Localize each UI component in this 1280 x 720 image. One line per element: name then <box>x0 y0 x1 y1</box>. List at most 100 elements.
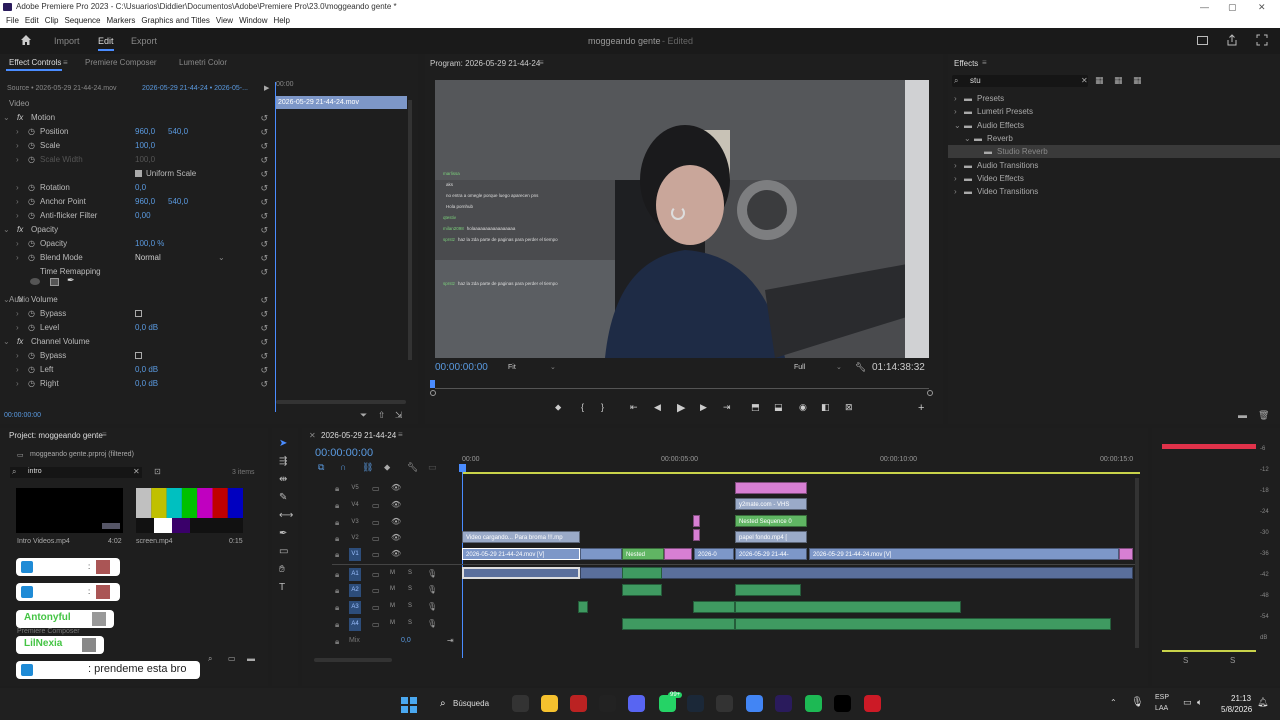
chrome-icon[interactable] <box>746 695 763 712</box>
steam-icon[interactable] <box>687 695 704 712</box>
opera-icon[interactable] <box>864 695 881 712</box>
effects-search-input[interactable]: ⌕ stu ✕ <box>952 75 1088 87</box>
settings-icon[interactable]: ⇲ <box>395 410 403 421</box>
project-menu-icon[interactable]: ≡ <box>102 430 107 439</box>
razor-tool-icon[interactable]: ✎ <box>279 492 287 503</box>
stopwatch-icon[interactable]: ◷ <box>28 349 35 363</box>
audio-clip[interactable] <box>735 618 1111 630</box>
effects-tree-item[interactable]: › ▬ Presets <box>948 92 1280 105</box>
audio-clip[interactable] <box>580 567 1133 579</box>
reset-icon[interactable]: ↺ <box>260 251 268 265</box>
reset-icon[interactable]: ↺ <box>260 335 268 349</box>
extract-icon[interactable]: ⬓ <box>774 402 783 413</box>
reset-icon[interactable]: ↺ <box>260 265 268 279</box>
yuv-effects-icon[interactable]: ▦ <box>1133 75 1142 86</box>
reset-icon[interactable]: ↺ <box>260 237 268 251</box>
audio-clip[interactable] <box>622 618 735 630</box>
type-tool-icon[interactable]: T <box>279 582 285 593</box>
property-value[interactable]: 0,0 dB <box>135 363 158 377</box>
close-icon[interactable]: ✕ <box>1258 0 1266 14</box>
effect-property-row[interactable]: › ◷ Position 960,0 540,0 ↺ <box>0 125 272 139</box>
bypass-checkbox[interactable] <box>135 352 142 359</box>
stopwatch-icon[interactable]: ◷ <box>28 139 35 153</box>
property-value[interactable]: 0,0 dB <box>135 377 158 391</box>
taskbar-search-icon[interactable]: ⌕ <box>440 698 446 709</box>
lang-code[interactable]: ESP <box>1155 694 1169 701</box>
menu-item[interactable]: Window <box>239 16 267 25</box>
home-icon[interactable] <box>20 34 32 46</box>
effect-property-row[interactable]: › ◷ Opacity 100,0 % ↺ <box>0 237 272 251</box>
bypass-checkbox[interactable] <box>135 310 142 317</box>
clock-date[interactable]: 5/8/2026 <box>1221 705 1252 714</box>
effects-menu-icon[interactable]: ≡ <box>982 58 987 67</box>
audio-clip[interactable] <box>578 601 588 613</box>
pen-mask-icon[interactable]: ✒︎ <box>67 275 75 286</box>
effect-property-row[interactable]: › ◷ Bypass ↺ <box>0 307 272 321</box>
fx-icon[interactable]: fx <box>17 335 23 349</box>
step-forward-icon[interactable]: ▶︎ <box>700 402 707 413</box>
find-icon[interactable]: ⌕ <box>208 654 212 664</box>
reset-icon[interactable]: ↺ <box>260 181 268 195</box>
file-explorer-icon[interactable] <box>541 695 558 712</box>
timeline-clip[interactable]: Nested <box>622 548 664 560</box>
taskbar-search[interactable]: Búsqueda <box>453 699 489 708</box>
audio-clip[interactable] <box>622 584 662 596</box>
effect-property-row[interactable]: › ◷ Right 0,0 dB ↺ <box>0 377 272 391</box>
clear-search-icon[interactable]: ✕ <box>1081 76 1088 85</box>
go-to-in-icon[interactable]: ⇤ <box>630 402 638 413</box>
button-editor-icon[interactable]: + <box>918 402 924 414</box>
notifications-icon[interactable]: 🔔︎ <box>1257 697 1268 708</box>
timeline-zoom-bar[interactable] <box>314 658 392 662</box>
reset-icon[interactable]: ↺ <box>260 223 268 237</box>
wrench-icon[interactable]: 🔧︎ <box>855 362 866 373</box>
mark-in-icon[interactable]: { <box>581 402 584 412</box>
timeline-clip[interactable]: y2mate.com - VHS <box>735 498 807 510</box>
play-icon[interactable]: ▶︎ <box>677 401 685 414</box>
expand-arrow-icon[interactable]: › <box>16 251 19 265</box>
expand-arrow-icon[interactable]: › <box>16 209 19 223</box>
pink-clip[interactable] <box>693 529 700 541</box>
maximize-icon[interactable]: ▢ <box>1228 0 1237 14</box>
solo-button[interactable]: S <box>1230 656 1235 665</box>
network-icon[interactable]: ▭ <box>1183 697 1192 708</box>
property-value[interactable]: 0,0 <box>135 181 146 195</box>
program-playhead[interactable] <box>430 380 435 388</box>
effect-property-row[interactable]: › ◷ Left 0,0 dB ↺ <box>0 363 272 377</box>
stopwatch-icon[interactable]: ◷ <box>28 363 35 377</box>
ec-zoom-bar[interactable] <box>276 400 406 404</box>
hand-tool-icon[interactable]: ✋︎ <box>279 564 285 575</box>
github-icon[interactable] <box>599 695 616 712</box>
dropdown-icon[interactable]: ⌄ <box>218 251 225 265</box>
menu-item[interactable]: Edit <box>25 16 39 25</box>
zoom-dropdown-icon[interactable]: ⌄ <box>550 363 556 371</box>
menu-item[interactable]: Markers <box>107 16 136 25</box>
effect-property-row[interactable]: › ◷ Bypass ↺ <box>0 349 272 363</box>
clock-time[interactable]: 21:13 <box>1231 694 1251 703</box>
tab-export[interactable]: Export <box>131 36 157 46</box>
reset-icon[interactable]: ↺ <box>260 363 268 377</box>
go-to-out-icon[interactable]: ⇥ <box>723 402 731 413</box>
step-back-icon[interactable]: ◀︎ <box>654 402 661 413</box>
reset-icon[interactable]: ↺ <box>260 153 268 167</box>
stopwatch-icon[interactable]: ◷ <box>28 209 35 223</box>
program-menu-icon[interactable]: ≡ <box>539 58 544 67</box>
pen-tool-icon[interactable]: ✒︎ <box>279 528 287 539</box>
reset-icon[interactable]: ↺ <box>260 167 268 181</box>
rectangle-mask-icon[interactable] <box>50 278 59 286</box>
expand-arrow-icon[interactable]: ⌄ <box>3 111 10 125</box>
zoom-select[interactable]: Fit <box>508 364 516 371</box>
pink-clip[interactable] <box>735 482 807 494</box>
reset-icon[interactable]: ↺ <box>260 307 268 321</box>
program-zoom-end[interactable] <box>927 390 933 396</box>
program-scrubber[interactable] <box>435 388 929 389</box>
stopwatch-icon[interactable]: ◷ <box>28 251 35 265</box>
property-value[interactable]: 960,0 <box>135 125 155 139</box>
minimize-icon[interactable]: — <box>1200 0 1209 14</box>
comparison-view-icon[interactable]: ◧ <box>821 402 830 413</box>
resolution-dropdown-icon[interactable]: ⌄ <box>836 363 842 371</box>
effect-property-row[interactable]: ⌄ fx Channel Volume ↺ <box>0 335 272 349</box>
pink-clip[interactable] <box>693 515 700 527</box>
audio-clip[interactable] <box>735 584 801 596</box>
fx-icon[interactable]: fx <box>17 223 23 237</box>
tab-import[interactable]: Import <box>54 36 80 46</box>
